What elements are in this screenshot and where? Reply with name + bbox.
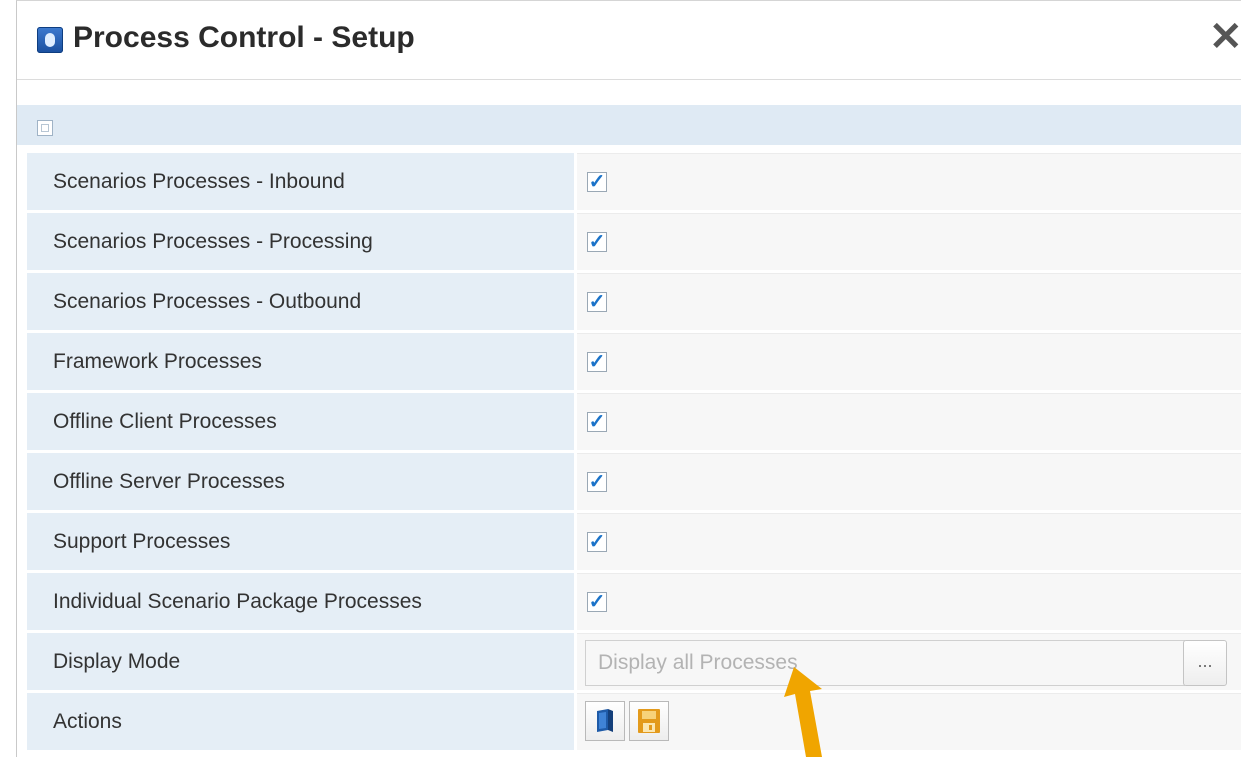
collapse-toggle-icon[interactable] bbox=[37, 120, 53, 136]
checkbox-individual-scenario-package[interactable]: ✓ bbox=[587, 592, 607, 612]
row-label: Offline Server Processes bbox=[27, 453, 574, 510]
row-actions: Actions bbox=[17, 693, 1241, 753]
display-mode-input[interactable] bbox=[585, 640, 1185, 686]
checkbox-offline-client[interactable]: ✓ bbox=[587, 412, 607, 432]
row-value-cell: ✓ bbox=[577, 273, 1241, 330]
row-value-cell: ✓ bbox=[577, 573, 1241, 630]
book-icon bbox=[597, 709, 613, 732]
row-offline-server: Offline Server Processes ✓ bbox=[17, 453, 1241, 513]
open-book-button[interactable] bbox=[585, 701, 625, 741]
row-label: Scenarios Processes - Outbound bbox=[27, 273, 574, 330]
dialog-title-bar: Process Control - Setup ✕ bbox=[17, 1, 1241, 80]
row-scenarios-inbound: Scenarios Processes - Inbound ✓ bbox=[17, 153, 1241, 213]
checkbox-support[interactable]: ✓ bbox=[587, 532, 607, 552]
row-scenarios-processing: Scenarios Processes - Processing ✓ bbox=[17, 213, 1241, 273]
checkbox-framework[interactable]: ✓ bbox=[587, 352, 607, 372]
row-value-cell: ✓ bbox=[577, 453, 1241, 510]
app-logo-icon bbox=[37, 27, 63, 53]
row-individual-scenario-package: Individual Scenario Package Processes ✓ bbox=[17, 573, 1241, 633]
checkbox-scenarios-processing[interactable]: ✓ bbox=[587, 232, 607, 252]
save-button[interactable] bbox=[629, 701, 669, 741]
row-value-cell: ✓ bbox=[577, 213, 1241, 270]
save-icon bbox=[638, 709, 660, 733]
close-icon[interactable]: ✕ bbox=[1209, 17, 1241, 57]
checkbox-scenarios-outbound[interactable]: ✓ bbox=[587, 292, 607, 312]
row-value-cell: ... bbox=[577, 633, 1241, 690]
display-mode-lookup-button[interactable]: ... bbox=[1183, 640, 1227, 686]
row-value-cell bbox=[577, 693, 1241, 750]
row-value-cell: ✓ bbox=[577, 513, 1241, 570]
row-framework: Framework Processes ✓ bbox=[17, 333, 1241, 393]
process-control-setup-dialog: Process Control - Setup ✕ Scenarios Proc… bbox=[16, 0, 1241, 757]
row-label: Offline Client Processes bbox=[27, 393, 574, 450]
settings-form: Scenarios Processes - Inbound ✓ Scenario… bbox=[17, 153, 1241, 753]
row-support: Support Processes ✓ bbox=[17, 513, 1241, 573]
row-label: Framework Processes bbox=[27, 333, 574, 390]
row-offline-client: Offline Client Processes ✓ bbox=[17, 393, 1241, 453]
checkbox-offline-server[interactable]: ✓ bbox=[587, 472, 607, 492]
row-value-cell: ✓ bbox=[577, 153, 1241, 210]
row-label: Support Processes bbox=[27, 513, 574, 570]
row-scenarios-outbound: Scenarios Processes - Outbound ✓ bbox=[17, 273, 1241, 333]
actions-label: Actions bbox=[27, 693, 574, 750]
row-value-cell: ✓ bbox=[577, 333, 1241, 390]
section-header bbox=[17, 105, 1241, 145]
row-display-mode: Display Mode ... bbox=[17, 633, 1241, 693]
checkbox-scenarios-inbound[interactable]: ✓ bbox=[587, 172, 607, 192]
dialog-title: Process Control - Setup bbox=[73, 21, 415, 54]
display-mode-label: Display Mode bbox=[27, 633, 574, 690]
row-value-cell: ✓ bbox=[577, 393, 1241, 450]
row-label: Scenarios Processes - Inbound bbox=[27, 153, 574, 210]
row-label: Scenarios Processes - Processing bbox=[27, 213, 574, 270]
row-label: Individual Scenario Package Processes bbox=[27, 573, 574, 630]
